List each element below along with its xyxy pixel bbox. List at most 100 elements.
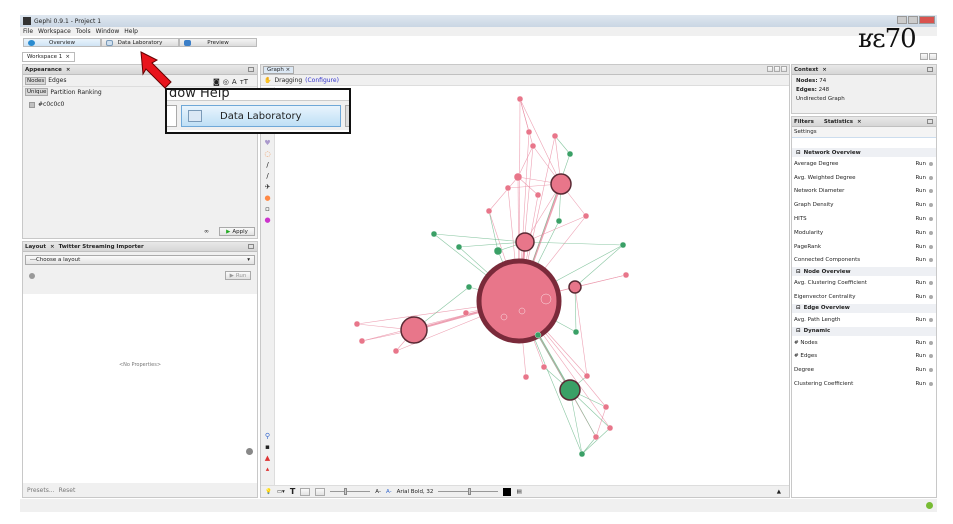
run-button[interactable]: Run [915,202,926,208]
collapse-icon[interactable]: ⊟ [796,305,801,311]
run-button[interactable]: Run [915,294,926,300]
stat-section-header[interactable]: ⊟ Network Overview [792,148,936,157]
light-bulb-icon[interactable]: 💡 [265,489,272,495]
menu-tools[interactable]: Tools [76,28,91,35]
run-button[interactable]: Run [915,280,926,286]
graph-node[interactable] [516,95,524,103]
graph-node[interactable] [534,331,542,339]
minimize-button[interactable] [897,16,907,24]
shortest-path-icon[interactable]: ✈ [265,183,271,191]
layout-select[interactable]: ---Choose a layout ▾ [25,255,255,265]
graph-node[interactable] [522,373,530,381]
close-workspace-button[interactable] [929,53,937,60]
restore-button[interactable] [920,53,928,60]
center-icon[interactable]: ▪ [265,443,270,451]
close-icon[interactable]: × [50,244,55,250]
presets-button[interactable]: Presets... [27,487,55,494]
info-icon[interactable] [929,295,933,300]
graph-node[interactable] [504,184,512,192]
graph-node[interactable] [493,246,503,256]
rectangle-select-icon[interactable]: ◌ [264,150,270,158]
close-icon[interactable]: × [66,67,71,73]
menu-workspace[interactable]: Workspace [38,28,71,35]
size-icon[interactable]: ◎ [223,78,229,86]
graph-node[interactable] [540,363,548,371]
label-color-swatch[interactable] [503,487,512,496]
font-size-decrease-icon[interactable]: A- [375,489,381,495]
settings-button[interactable]: Settings [792,127,936,138]
info-icon[interactable] [929,368,933,373]
close-icon[interactable]: × [65,54,70,60]
graph-node[interactable] [555,217,563,225]
run-button[interactable]: Run [915,244,926,250]
graph-node[interactable] [566,150,574,158]
stat-section-header[interactable]: ⊟ Edge Overview [792,303,936,313]
graph-node[interactable] [582,212,590,220]
pencil-icon[interactable]: / [266,161,268,169]
graph-node[interactable] [392,347,400,355]
info-icon[interactable] [929,217,933,222]
graph-node[interactable] [551,132,559,140]
tab-list-button[interactable] [781,66,787,72]
run-button[interactable]: Run [915,230,926,236]
tab-graph[interactable]: Graph × [263,65,295,74]
tab-twitter-streaming-importer[interactable]: Twitter Streaming Importer [59,244,144,250]
run-button[interactable]: Run [915,340,926,346]
run-button[interactable]: Run [915,381,926,387]
scroll-right-button[interactable] [774,66,780,72]
graph-node[interactable] [455,243,463,251]
menu-file[interactable]: File [23,28,33,35]
apply-button[interactable]: ▶ Apply [219,227,255,236]
label-size-slider[interactable] [438,488,499,495]
run-button[interactable]: Run [915,353,926,359]
expand-icon[interactable]: ▲ [777,489,781,495]
graph-node[interactable] [534,191,542,199]
painter-icon[interactable]: ▫ [265,205,270,213]
graph-node[interactable] [578,450,586,458]
run-button[interactable]: Run [915,257,926,263]
graph-node[interactable] [465,283,473,291]
graph-node[interactable] [572,328,580,336]
info-icon[interactable] [929,317,933,322]
info-icon[interactable] [929,175,933,180]
overview-button[interactable]: Overview [23,38,101,47]
graph-node[interactable] [485,207,493,215]
edge-color-button[interactable] [315,487,326,496]
tab-edges[interactable]: Edges [48,77,66,84]
info-icon[interactable] [29,272,35,279]
tab-filters[interactable]: Filters [794,119,814,125]
edge-pencil-icon[interactable]: / [266,172,268,180]
tab-statistics[interactable]: Statistics [824,119,853,125]
info-icon[interactable] [929,354,933,359]
graph-node[interactable] [358,337,366,345]
color-palette-icon[interactable]: ◙ [213,78,220,86]
graph-node[interactable] [430,230,438,238]
reset-button[interactable]: Reset [59,487,76,494]
notification-icon[interactable] [926,502,933,509]
graph-node[interactable] [400,316,428,344]
graph-node[interactable] [500,313,508,321]
run-button[interactable]: Run [915,188,926,194]
graph-node[interactable] [518,307,526,315]
graph-node[interactable] [622,271,630,279]
info-icon[interactable] [929,203,933,208]
graph-node[interactable] [462,309,470,317]
minimize-icon[interactable] [248,244,254,249]
collapse-icon[interactable]: ⊟ [796,150,801,156]
attributes-icon[interactable]: ▤ [516,489,521,495]
info-icon[interactable] [929,382,933,387]
preview-button[interactable]: Preview [179,38,257,47]
auto-apply-icon[interactable]: ∞ [204,228,209,235]
graph-node[interactable] [592,433,600,441]
menu-help[interactable]: Help [124,28,138,35]
menu-window[interactable]: Window [96,28,120,35]
info-icon[interactable] [929,189,933,194]
close-icon[interactable]: × [857,119,862,125]
info-icon[interactable] [929,340,933,345]
tab-ranking[interactable]: Ranking [77,89,101,96]
reset-size-icon[interactable]: ▴ [266,465,270,473]
size-brush-icon[interactable]: ● [264,216,270,224]
run-button[interactable]: Run [915,317,926,323]
edge-toggle-button[interactable] [300,487,311,496]
run-button[interactable]: Run [915,161,926,167]
